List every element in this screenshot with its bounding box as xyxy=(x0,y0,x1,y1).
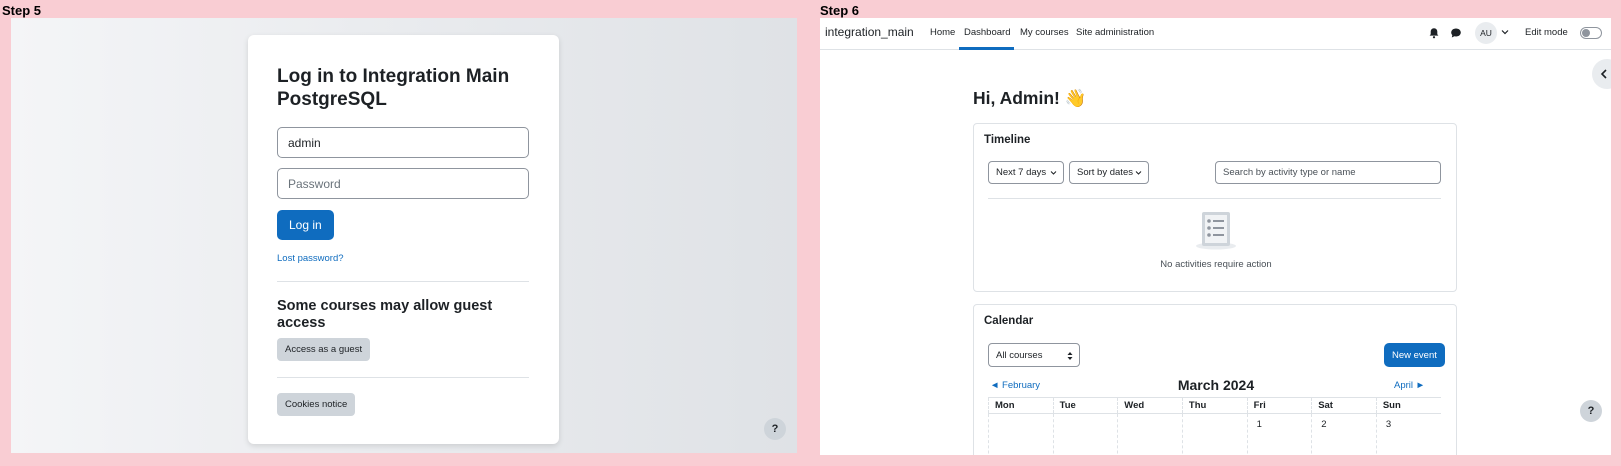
divider xyxy=(277,377,529,378)
chevron-down-icon xyxy=(1135,171,1142,175)
timeline-sort-dropdown[interactable]: Sort by dates xyxy=(1069,161,1149,184)
calendar-day-cell xyxy=(1117,413,1183,455)
divider xyxy=(277,281,529,282)
weekday-header: Thu xyxy=(1181,397,1248,414)
nav-site-administration[interactable]: Site administration xyxy=(1076,27,1154,38)
calendar-day-cell xyxy=(1181,413,1248,455)
timeline-days-filter-label: Next 7 days xyxy=(996,167,1047,178)
bell-icon[interactable] xyxy=(1428,27,1440,39)
page-title: Hi, Admin! 👋 xyxy=(973,88,1087,108)
course-select[interactable]: All courses xyxy=(988,343,1080,367)
avatar[interactable]: AU xyxy=(1475,22,1497,44)
nav-dashboard[interactable]: Dashboard xyxy=(964,27,1010,38)
course-select-value: All courses xyxy=(996,349,1043,361)
chevron-down-icon[interactable] xyxy=(1501,29,1509,35)
calendar-day-cell[interactable]: 2 xyxy=(1311,413,1377,455)
lost-password-link[interactable]: Lost password? xyxy=(277,253,530,264)
edit-mode-label: Edit mode xyxy=(1525,27,1568,38)
empty-activities-icon xyxy=(1196,212,1236,250)
dashboard-screen: integration_main Home Dashboard My cours… xyxy=(820,18,1611,455)
calendar-day-cell xyxy=(1052,413,1118,455)
active-nav-indicator xyxy=(959,47,1014,50)
password-field[interactable] xyxy=(277,168,529,199)
calendar-grid: Mon Tue Wed Thu Fri Sat Sun 1 2 3 xyxy=(988,397,1441,455)
timeline-empty-message: No activities require action xyxy=(1160,259,1272,270)
timeline-sort-label: Sort by dates xyxy=(1077,167,1133,178)
cookies-notice-button[interactable]: Cookies notice xyxy=(277,393,356,416)
timeline-search-input[interactable] xyxy=(1215,161,1441,184)
new-event-button[interactable]: New event xyxy=(1384,343,1445,367)
weekday-header: Sat xyxy=(1311,397,1377,414)
calendar-header-row: Mon Tue Wed Thu Fri Sat Sun xyxy=(988,397,1441,414)
timeline-days-filter[interactable]: Next 7 days xyxy=(988,161,1064,184)
weekday-header: Fri xyxy=(1246,397,1312,414)
chevron-down-icon xyxy=(1050,171,1057,175)
select-arrows-icon xyxy=(1067,352,1073,360)
login-screen: Log in to Integration Main PostgreSQL Lo… xyxy=(11,18,797,453)
site-brand[interactable]: integration_main xyxy=(825,25,914,39)
divider xyxy=(988,198,1441,199)
guest-heading: Some courses may allow guest access xyxy=(277,298,493,331)
help-button[interactable]: ? xyxy=(1580,400,1602,422)
timeline-title: Timeline xyxy=(984,134,1031,146)
help-button[interactable]: ? xyxy=(764,418,786,440)
nav-my-courses[interactable]: My courses xyxy=(1020,27,1069,38)
step-label: Step 6 xyxy=(820,3,860,18)
calendar-day-cell[interactable]: 3 xyxy=(1375,413,1441,455)
timeline-block: Timeline Next 7 days Sort by dates No ac… xyxy=(973,123,1457,292)
weekday-header: Sun xyxy=(1375,397,1441,414)
calendar-day-cell xyxy=(988,413,1054,455)
login-button[interactable]: Log in xyxy=(277,210,334,240)
login-card: Log in to Integration Main PostgreSQL Lo… xyxy=(248,35,559,444)
guest-access-button[interactable]: Access as a guest xyxy=(277,338,371,361)
calendar-day-cell[interactable]: 1 xyxy=(1246,413,1312,455)
drawer-toggle[interactable] xyxy=(1592,59,1611,89)
chevron-left-icon xyxy=(1600,69,1607,79)
username-field[interactable] xyxy=(277,127,529,158)
login-title: Log in to Integration Main PostgreSQL xyxy=(277,66,510,110)
weekday-header: Wed xyxy=(1117,397,1183,414)
navbar: integration_main Home Dashboard My cours… xyxy=(820,18,1611,50)
calendar-month-title: March 2024 xyxy=(1177,377,1255,393)
calendar-title: Calendar xyxy=(984,315,1034,327)
weekday-header: Tue xyxy=(1052,397,1118,414)
calendar-next-month-link[interactable]: April ► xyxy=(1394,380,1425,391)
calendar-block: Calendar All courses New event ◄ Februar… xyxy=(973,304,1457,455)
nav-home[interactable]: Home xyxy=(930,27,955,38)
calendar-week-row: 1 2 3 xyxy=(988,413,1441,455)
step-label: Step 5 xyxy=(2,3,42,18)
weekday-header: Mon xyxy=(988,397,1054,414)
edit-mode-toggle[interactable] xyxy=(1580,27,1602,39)
chat-icon[interactable] xyxy=(1450,27,1462,39)
